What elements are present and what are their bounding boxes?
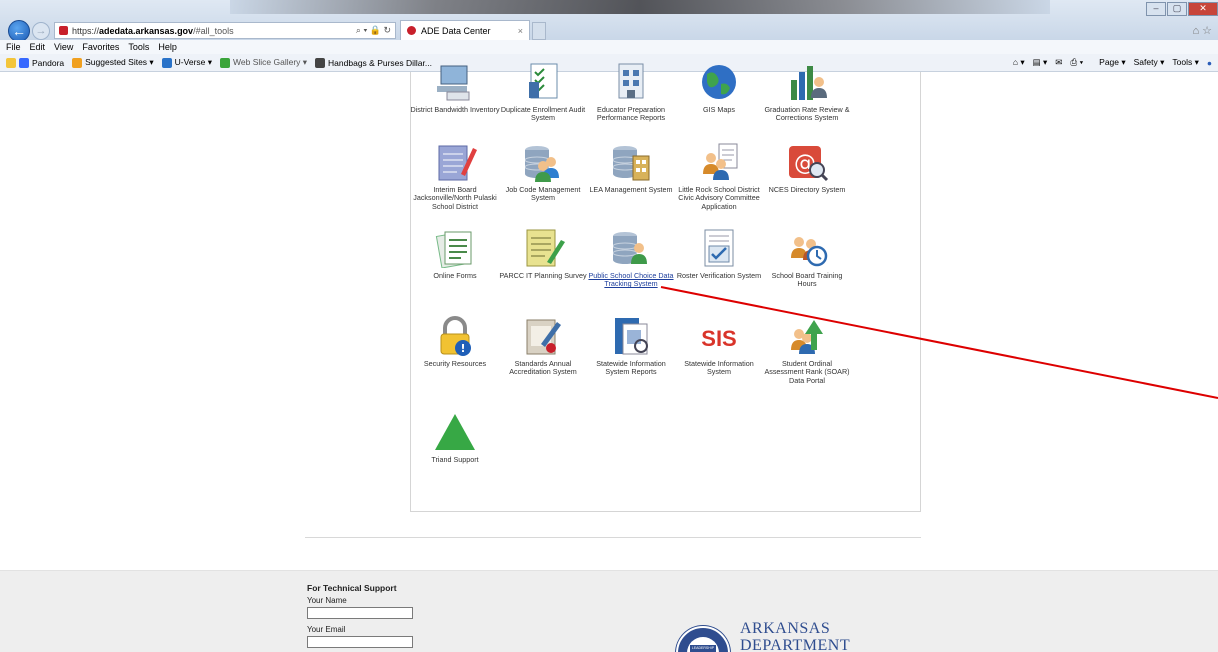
page-footer — [0, 570, 1218, 652]
name-label: Your Name — [307, 596, 347, 605]
email-field[interactable] — [307, 636, 413, 648]
seal-ribbon-text: LEADERSHIP SUPPORT — [690, 645, 716, 652]
department-logo-text: ARKANSAS DEPARTMENT — [740, 620, 850, 652]
email-label: Your Email — [307, 625, 346, 634]
support-title: For Technical Support — [307, 583, 397, 593]
technical-support-form: For Technical Support Your Name Your Ema… — [307, 583, 413, 652]
content-divider — [305, 537, 921, 538]
brand-line-2: DEPARTMENT — [740, 637, 851, 652]
annotation-arrow — [660, 286, 1218, 399]
brand-line-1: ARKANSAS — [740, 620, 831, 637]
name-field[interactable] — [307, 607, 413, 619]
